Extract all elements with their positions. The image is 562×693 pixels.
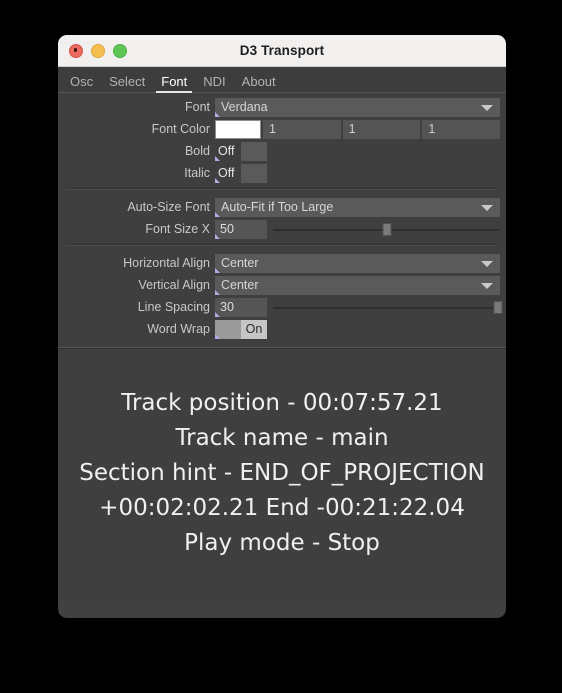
vertical-align-label: Vertical Align <box>138 278 210 292</box>
word-wrap-control: On <box>215 319 506 339</box>
tab-select[interactable]: Select <box>101 72 153 93</box>
edit-marker-icon <box>215 211 220 217</box>
line-spacing-field[interactable]: 30 <box>215 297 267 317</box>
font-color-label: Font Color <box>151 122 210 136</box>
italic-control: Off <box>215 163 506 183</box>
horizontal-align-value: Center <box>221 256 259 270</box>
edit-marker-icon <box>215 267 220 273</box>
auto-size-font-control: Auto-Fit if Too Large <box>215 197 506 217</box>
italic-toggle-track <box>241 163 267 183</box>
window-titlebar: D3 Transport <box>58 35 506 67</box>
slider-handle[interactable] <box>382 222 391 236</box>
chevron-down-icon <box>481 204 493 211</box>
italic-toggle[interactable]: Off <box>215 163 267 183</box>
word-wrap-label: Word Wrap <box>147 322 210 336</box>
edit-marker-icon <box>215 333 220 339</box>
row-line-spacing: Line Spacing 30 <box>58 297 506 317</box>
font-color-g-field[interactable]: 1 <box>340 119 421 139</box>
row-italic: Italic Off <box>58 163 506 183</box>
preview-line-play-mode: Play mode - Stop <box>184 530 380 556</box>
edit-marker-icon <box>215 177 220 183</box>
font-label: Font <box>184 100 210 114</box>
edit-marker-icon <box>215 289 220 295</box>
vertical-align-dropdown[interactable]: Center <box>215 275 500 295</box>
section-divider-2 <box>66 244 498 246</box>
font-size-x-control: 50 <box>215 219 506 239</box>
chevron-down-icon <box>481 104 493 111</box>
line-spacing-value: 30 <box>220 300 234 314</box>
edit-marker-icon <box>215 233 220 239</box>
row-horizontal-align: Horizontal Align Center <box>58 253 506 273</box>
tab-osc[interactable]: Osc <box>62 72 101 93</box>
auto-size-font-value: Auto-Fit if Too Large <box>221 200 334 214</box>
line-spacing-control: 30 <box>215 297 506 317</box>
bold-label: Bold <box>184 144 210 158</box>
window-controls <box>69 35 127 66</box>
auto-size-font-label: Auto-Size Font <box>127 200 210 214</box>
bold-control: Off <box>215 141 506 161</box>
font-color-b-field[interactable]: 1 <box>420 119 501 139</box>
preview-line-section-hint: Section hint - END_OF_PROJECTION <box>79 460 485 486</box>
font-settings-panel: Font Verdana Font Color 1 1 1 Bold Off I… <box>58 93 506 347</box>
font-dropdown[interactable]: Verdana <box>215 97 500 117</box>
row-font-size-x: Font Size X 50 <box>58 219 506 239</box>
app-window: D3 Transport Osc Select Font NDI About F… <box>58 35 506 618</box>
slider-handle[interactable] <box>493 300 503 314</box>
word-wrap-toggle[interactable]: On <box>215 319 267 339</box>
vertical-align-value: Center <box>221 278 259 292</box>
font-size-x-label: Font Size X <box>145 222 210 236</box>
font-size-x-field[interactable]: 50 <box>215 219 267 239</box>
row-bold: Bold Off <box>58 141 506 161</box>
font-size-x-slider[interactable] <box>273 220 500 239</box>
tab-bar: Osc Select Font NDI About <box>58 67 506 93</box>
font-size-x-value: 50 <box>220 222 234 236</box>
zoom-button[interactable] <box>113 43 127 58</box>
close-button[interactable] <box>69 43 83 58</box>
row-font-color: Font Color 1 1 1 <box>58 119 506 139</box>
row-font: Font Verdana <box>58 97 506 117</box>
tab-font[interactable]: Font <box>153 72 195 93</box>
horizontal-align-dropdown[interactable]: Center <box>215 253 500 273</box>
tab-ndi[interactable]: NDI <box>195 72 233 93</box>
font-control: Verdana <box>215 97 506 117</box>
row-vertical-align: Vertical Align Center <box>58 275 506 295</box>
font-color-swatch[interactable] <box>215 119 261 139</box>
edit-marker-icon <box>215 111 220 117</box>
tab-about[interactable]: About <box>234 72 284 93</box>
minimize-button[interactable] <box>91 43 105 58</box>
text-preview-area: Track position - 00:07:57.21 Track name … <box>58 347 506 599</box>
auto-size-font-dropdown[interactable]: Auto-Fit if Too Large <box>215 197 500 217</box>
chevron-down-icon <box>481 260 493 267</box>
preview-line-track-position: Track position - 00:07:57.21 <box>121 390 443 416</box>
horizontal-align-label: Horizontal Align <box>123 256 210 270</box>
preview-line-times: +00:02:02.21 End -00:21:22.04 <box>99 495 465 521</box>
section-divider-1 <box>66 188 498 190</box>
line-spacing-label: Line Spacing <box>137 300 210 314</box>
word-wrap-toggle-value: On <box>241 319 267 339</box>
edit-marker-icon <box>215 155 220 161</box>
row-auto-size-font: Auto-Size Font Auto-Fit if Too Large <box>58 197 506 217</box>
font-color-r-field[interactable]: 1 <box>261 119 341 139</box>
chevron-down-icon <box>481 282 493 289</box>
font-value: Verdana <box>221 100 268 114</box>
slider-track <box>273 306 500 309</box>
vertical-align-control: Center <box>215 275 506 295</box>
bold-toggle[interactable]: Off <box>215 141 267 161</box>
horizontal-align-control: Center <box>215 253 506 273</box>
preview-line-track-name: Track name - main <box>175 425 389 451</box>
bold-toggle-track <box>241 141 267 161</box>
line-spacing-slider[interactable] <box>273 298 503 317</box>
italic-label: Italic <box>184 166 210 180</box>
row-word-wrap: Word Wrap On <box>58 319 506 339</box>
font-color-control: 1 1 1 <box>215 119 506 139</box>
screen: D3 Transport Osc Select Font NDI About F… <box>0 0 562 693</box>
edit-marker-icon <box>215 311 220 317</box>
